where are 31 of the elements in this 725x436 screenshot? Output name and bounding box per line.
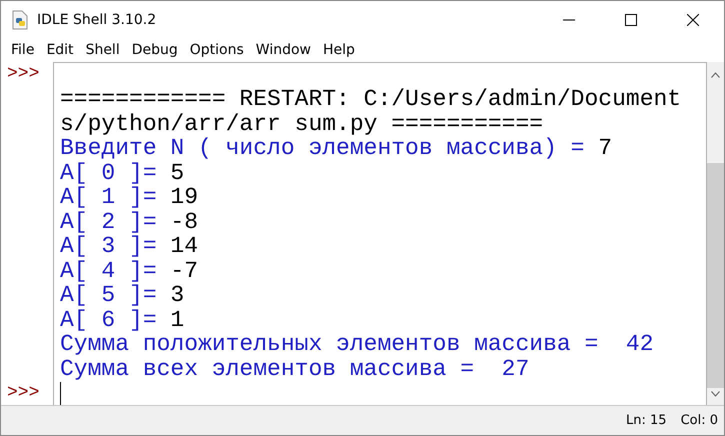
scrollbar[interactable] (707, 62, 724, 405)
menu-item[interactable]: Options (184, 42, 250, 58)
shell-line: Сумма всех элементов массива = 27 (59, 358, 530, 381)
shell-line: A[ 4 ]= -7 (59, 260, 198, 283)
window-title: IDLE Shell 3.10.2 (37, 12, 158, 28)
shell-line: A[ 2 ]= -8 (59, 210, 198, 234)
python-file-icon (11, 10, 29, 30)
line-number: Ln: 15 (626, 413, 667, 428)
shell-line: A[ 1 ]= 19 (59, 186, 198, 210)
shell-line: A[ 6 ]= 1 (59, 308, 184, 332)
shell-prompt: >>> (6, 384, 40, 402)
menu-item[interactable]: File (5, 42, 40, 58)
shell-line: ============ RESTART: C:/Users/admin/Document (59, 88, 682, 112)
shell-line: Введите N ( число элементов массива) = 7 (59, 137, 612, 160)
menu-item[interactable]: Edit (40, 42, 80, 58)
scroll-down-icon[interactable] (711, 391, 720, 397)
menu-item[interactable]: Window (250, 42, 317, 58)
maximize-icon (625, 14, 637, 26)
shell-line: A[ 5 ]= 3 (59, 284, 184, 308)
shell-line: Сумма положительных элементов массива = 42 (59, 333, 654, 356)
shell-line: s/python/arr/arr sum.py =========== (59, 112, 544, 136)
scrollbar-thumb[interactable] (707, 163, 724, 388)
shell-line: A[ 0 ]= 5 (59, 162, 184, 185)
shell-prompt: >>> (6, 65, 40, 84)
menu-item[interactable]: Shell (80, 42, 126, 58)
close-icon (687, 14, 699, 26)
shell-line: A[ 3 ]= 14 (59, 235, 198, 258)
menu-item[interactable]: Help (317, 42, 361, 58)
column-number: Col: 0 (680, 413, 718, 428)
menu-item[interactable]: Debug (126, 42, 184, 58)
scroll-up-icon[interactable] (711, 72, 720, 78)
